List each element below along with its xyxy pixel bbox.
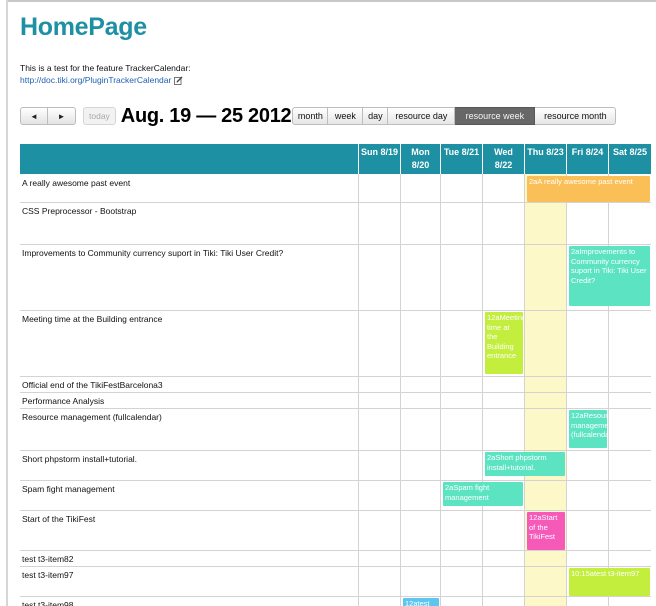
resource-row-divider (20, 310, 651, 311)
doc-link-row: http://doc.tiki.org/PluginTrackerCalenda… (20, 75, 183, 85)
today-button[interactable]: today (83, 107, 116, 125)
day-header-1: Mon 8/20 (400, 144, 440, 174)
grid-column-line (400, 174, 401, 606)
resource-row-divider (20, 392, 651, 393)
resource-row-label: Official end of the TikiFestBarcelona3 (22, 380, 163, 390)
resource-row-divider (20, 408, 651, 409)
window-left-border (6, 0, 8, 606)
resource-row-divider (20, 376, 651, 377)
day-header-6: Sat 8/25 (608, 144, 651, 174)
resource-row-label: test t3-item98 (22, 600, 74, 606)
day-header-label: Thu 8/23 (527, 147, 564, 157)
view-switcher: month week day resource day resource wee… (292, 107, 617, 125)
resource-row-divider (20, 566, 651, 567)
view-month-button[interactable]: month (292, 107, 329, 125)
day-header-0: Sun 8/19 (358, 144, 400, 174)
day-header-3: Wed 8/22 (482, 144, 524, 174)
view-resource-day-button[interactable]: resource day (388, 107, 456, 125)
resource-row-divider (20, 480, 651, 481)
doc-link[interactable]: http://doc.tiki.org/PluginTrackerCalenda… (20, 75, 171, 85)
day-header-date: 8/22 (494, 160, 513, 170)
resource-row-divider (20, 202, 651, 203)
day-header-label: Wed (494, 147, 513, 157)
calendar-event[interactable]: 12aResource management (fullcalendar) (569, 410, 607, 448)
date-range-title: Aug. 19 — 25 2012 (120, 104, 292, 127)
day-header-date: 8/20 (411, 160, 430, 170)
resource-row-divider (20, 550, 651, 551)
day-header-label: Sun 8/19 (360, 147, 398, 157)
resource-row-label: A really awesome past event (22, 178, 131, 188)
view-resource-month-button[interactable]: resource month (535, 107, 617, 125)
day-header-label: Mon (411, 147, 430, 157)
day-header-2: Tue 8/21 (440, 144, 482, 174)
calendar-event[interactable]: 12aStart of the TikiFest (527, 512, 565, 550)
calendar-event[interactable]: 12atest (403, 598, 439, 606)
view-week-button[interactable]: week (328, 107, 364, 125)
resource-row-label: Improvements to Community currency supor… (22, 248, 284, 258)
resource-row-label: CSS Preprocessor - Bootstrap (22, 206, 137, 216)
grid-column-line (566, 174, 567, 606)
grid-column-line (482, 174, 483, 606)
edit-icon[interactable] (174, 76, 183, 85)
prev-button[interactable]: ◄ (20, 107, 48, 125)
calendar-event[interactable]: 2aA really awesome past event (527, 176, 650, 202)
calendar-event[interactable]: 10:15atest t3-item97 (569, 568, 650, 596)
resource-row-divider (20, 510, 651, 511)
window-top-border (6, 0, 656, 2)
day-header-label: Fri 8/24 (571, 147, 604, 157)
resource-row-label: Resource management (fullcalendar) (22, 412, 162, 422)
grid-column-line (358, 174, 359, 606)
resource-row-label: Meeting time at the Building entrance (22, 314, 163, 324)
resource-row-label: test t3-item97 (22, 570, 74, 580)
calendar-event[interactable]: 12aMeeting time at the Building entrance (485, 312, 523, 374)
view-day-button[interactable]: day (363, 107, 389, 125)
day-header-label: Tue 8/21 (443, 147, 480, 157)
day-header-label: Sat 8/25 (612, 147, 648, 157)
grid-column-line (524, 174, 525, 606)
resource-row-divider (20, 596, 651, 597)
grid-column-line (440, 174, 441, 606)
resource-row-label: Spam fight management (22, 484, 115, 494)
view-resource-week-button[interactable]: resource week (455, 107, 536, 125)
page-description: This is a test for the feature TrackerCa… (20, 63, 191, 73)
resource-row-divider (20, 450, 651, 451)
day-header-4: Thu 8/23 (524, 144, 566, 174)
calendar-toolbar: ◄ ► today Aug. 19 — 25 2012 month week d… (20, 104, 617, 127)
calendar-event[interactable]: 2aSpam fight management (443, 482, 523, 506)
resource-row-label: Short phpstorm install+tutorial. (22, 454, 138, 464)
resource-week-calendar: Sun 8/19 Mon 8/20 Tue 8/21 Wed 8/22 Thu 8/23 Fr… (20, 144, 651, 606)
calendar-event[interactable]: 2aShort phpstorm install+tutorial. (485, 452, 565, 476)
day-header-5: Fri 8/24 (566, 144, 608, 174)
resource-row-label: Performance Analysis (22, 396, 105, 406)
calendar-event[interactable]: 2aImprovements to Community currency sup… (569, 246, 650, 306)
resource-row-divider (20, 244, 651, 245)
page-title: HomePage (20, 13, 147, 41)
grid-column-line (608, 174, 609, 606)
resource-row-label: test t3-item82 (22, 554, 74, 564)
resource-row-label: Start of the TikiFest (22, 514, 96, 524)
next-button[interactable]: ► (48, 107, 76, 125)
